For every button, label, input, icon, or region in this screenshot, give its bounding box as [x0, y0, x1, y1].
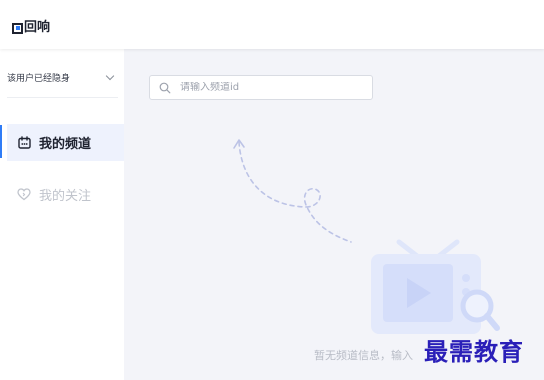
sidebar-item-my-channels[interactable]: 我的频道 — [7, 124, 124, 161]
calendar-icon — [16, 135, 32, 151]
heart-icon — [16, 187, 32, 203]
channel-id-input[interactable] — [180, 82, 360, 93]
sidebar: 该用户已经隐身 我的频道 我的关注 — [0, 49, 124, 380]
search-icon — [158, 81, 172, 95]
app-title: 回响 — [24, 20, 51, 35]
dashed-arrow-decoration — [233, 139, 352, 243]
sidebar-item-my-follows[interactable]: 我的关注 — [7, 176, 124, 213]
user-status-dropdown[interactable]: 该用户已经隐身 — [7, 67, 117, 87]
main-content: 暂无频道信息，输入 — [124, 49, 544, 380]
watermark: 最需教育 — [424, 337, 524, 366]
header: 回响 — [0, 0, 544, 49]
empty-state-message: 暂无频道信息，输入 — [314, 349, 413, 362]
user-status-label: 该用户已经隐身 — [7, 73, 71, 84]
active-nav-indicator — [0, 125, 2, 158]
channel-search-box[interactable] — [149, 75, 373, 100]
tv-play-search-icon — [371, 239, 500, 334]
app-window: 回响 该用户已经隐身 我的频道 我的关注 请输入频道id 暂无频道信息，输入 最… — [0, 0, 544, 380]
chevron-down-icon — [105, 71, 115, 80]
sidebar-divider — [7, 97, 118, 98]
sidebar-item-label: 我的关注 — [39, 189, 92, 204]
sidebar-item-label: 我的频道 — [39, 137, 92, 152]
app-logo: 回响 — [12, 21, 50, 35]
logo-icon — [12, 22, 23, 34]
